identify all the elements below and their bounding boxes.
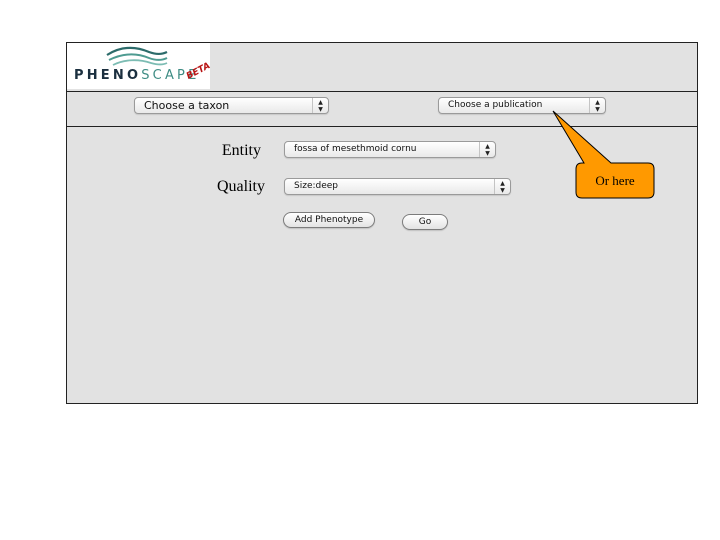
callout-text: Or here	[595, 173, 635, 188]
callout-balloon	[552, 110, 655, 199]
